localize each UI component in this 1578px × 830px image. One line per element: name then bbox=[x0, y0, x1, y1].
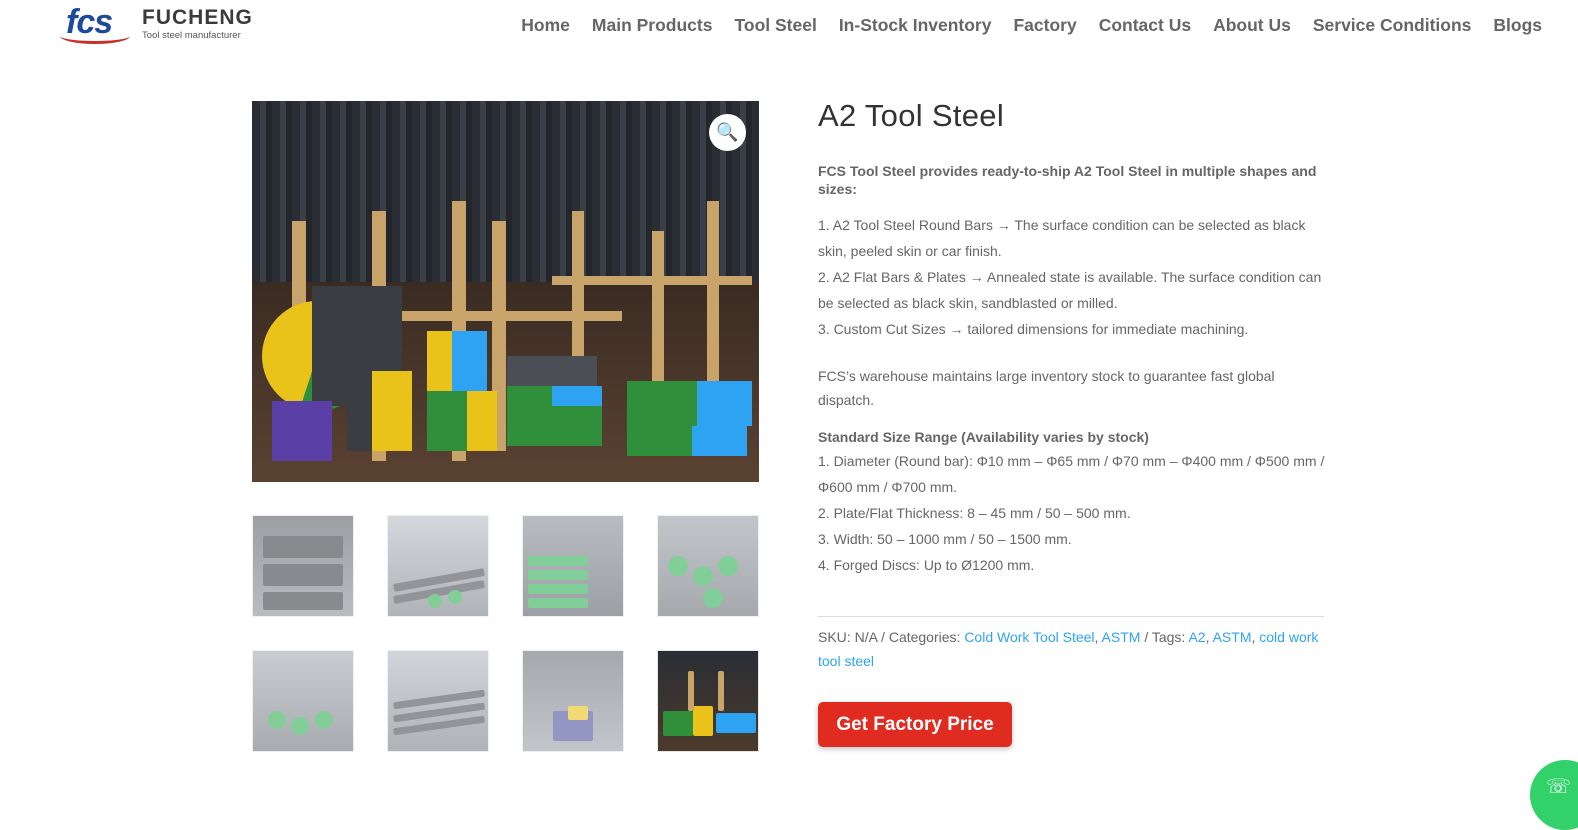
product-summary: A2 Tool Steel FCS Tool Steel provides re… bbox=[818, 96, 1328, 578]
product-intro: FCS Tool Steel provides ready-to-ship A2… bbox=[818, 163, 1317, 197]
meta-comma: , bbox=[1094, 629, 1099, 645]
zoom-button[interactable]: 🔍 bbox=[709, 114, 746, 151]
steel-block bbox=[467, 391, 497, 451]
gallery-thumb-2[interactable] bbox=[387, 515, 489, 617]
warehouse-note: FCS’s warehouse maintains large inventor… bbox=[818, 368, 1275, 408]
gallery-thumb-4[interactable] bbox=[657, 515, 759, 617]
meta-comma: , bbox=[1205, 629, 1210, 645]
size-range-list: 1. Diameter (Round bar): Φ10 mm – Φ65 mm… bbox=[818, 448, 1328, 578]
steel-block bbox=[272, 401, 332, 461]
categories-label: Categories: bbox=[888, 629, 961, 645]
nav-contact-us[interactable]: Contact Us bbox=[1099, 13, 1191, 37]
nav-tool-steel[interactable]: Tool Steel bbox=[734, 13, 816, 37]
whatsapp-chat-button[interactable]: ☏ bbox=[1530, 760, 1578, 830]
feature-item: 2. A2 Flat Bars & Plates → Annealed stat… bbox=[818, 269, 1322, 311]
size-item: 2. Plate/Flat Thickness: 8 – 45 mm / 50 … bbox=[818, 505, 1131, 521]
nav-factory[interactable]: Factory bbox=[1013, 13, 1076, 37]
size-item: 1. Diameter (Round bar): Φ10 mm – Φ65 mm… bbox=[818, 453, 1325, 495]
steel-block bbox=[507, 356, 597, 386]
feature-item: 1. A2 Tool Steel Round Bars → The surfac… bbox=[818, 217, 1306, 259]
category-link-astm[interactable]: ASTM bbox=[1102, 629, 1141, 645]
product-main-image[interactable] bbox=[252, 101, 759, 482]
whatsapp-icon: ☏ bbox=[1546, 776, 1572, 798]
site-header: fcs FUCHENG Tool steel manufacturer Home… bbox=[0, 0, 1578, 50]
nav-service-conditions[interactable]: Service Conditions bbox=[1313, 13, 1472, 37]
gallery-thumb-5[interactable] bbox=[252, 650, 354, 752]
logo-mark: fcs bbox=[60, 2, 132, 46]
steel-block bbox=[697, 381, 752, 426]
tags-label: Tags: bbox=[1151, 629, 1186, 645]
product-meta: SKU: N/A / Categories: Cold Work Tool St… bbox=[818, 616, 1324, 673]
gallery-thumb-7[interactable] bbox=[522, 650, 624, 752]
product-features: 1. A2 Tool Steel Round Bars → The surfac… bbox=[818, 212, 1328, 342]
product-title: A2 Tool Steel bbox=[818, 98, 1005, 133]
gallery-thumb-6[interactable] bbox=[387, 650, 489, 752]
wood-post bbox=[292, 221, 306, 311]
category-link-cold-work-tool-steel[interactable]: Cold Work Tool Steel bbox=[964, 629, 1094, 645]
sku-value: N/A bbox=[854, 629, 878, 645]
steel-block bbox=[692, 426, 747, 456]
meta-separator: / bbox=[881, 629, 885, 645]
main-nav: Home Main Products Tool Steel In-Stock I… bbox=[499, 13, 1542, 37]
steel-block bbox=[427, 391, 472, 451]
nav-home[interactable]: Home bbox=[521, 13, 570, 37]
tag-link-a2[interactable]: A2 bbox=[1188, 629, 1205, 645]
size-range-title: Standard Size Range (Availability varies… bbox=[818, 429, 1149, 445]
wood-beam bbox=[552, 276, 752, 285]
feature-item: 3. Custom Cut Sizes → tailored dimension… bbox=[818, 321, 1249, 337]
nav-main-products[interactable]: Main Products bbox=[592, 13, 713, 37]
nav-about-us[interactable]: About Us bbox=[1213, 13, 1291, 37]
gallery-thumb-1[interactable] bbox=[252, 515, 354, 617]
size-item: 4. Forged Discs: Up to Ø1200 mm. bbox=[818, 557, 1035, 573]
nav-blogs[interactable]: Blogs bbox=[1493, 13, 1542, 37]
meta-comma: , bbox=[1251, 629, 1256, 645]
logo-swoosh bbox=[60, 28, 130, 44]
nav-in-stock-inventory[interactable]: In-Stock Inventory bbox=[839, 13, 992, 37]
sku-label: SKU: bbox=[818, 629, 851, 645]
logo-name: FUCHENG bbox=[142, 6, 253, 29]
tag-link-astm[interactable]: ASTM bbox=[1213, 629, 1252, 645]
steel-block bbox=[452, 331, 487, 391]
logo-tagline: Tool steel manufacturer bbox=[142, 30, 241, 41]
get-factory-price-button[interactable]: Get Factory Price bbox=[818, 702, 1012, 747]
magnifier-icon: 🔍 bbox=[716, 122, 739, 142]
site-logo[interactable]: fcs FUCHENG Tool steel manufacturer bbox=[60, 2, 260, 46]
logo-text: FUCHENG Tool steel manufacturer bbox=[142, 6, 253, 42]
steel-block bbox=[552, 386, 602, 406]
steel-block bbox=[372, 371, 412, 451]
gallery-thumb-3[interactable] bbox=[522, 515, 624, 617]
meta-separator: / bbox=[1144, 629, 1149, 645]
gallery-thumb-8[interactable] bbox=[657, 650, 759, 752]
size-item: 3. Width: 50 – 1000 mm / 50 – 1500 mm. bbox=[818, 531, 1072, 547]
